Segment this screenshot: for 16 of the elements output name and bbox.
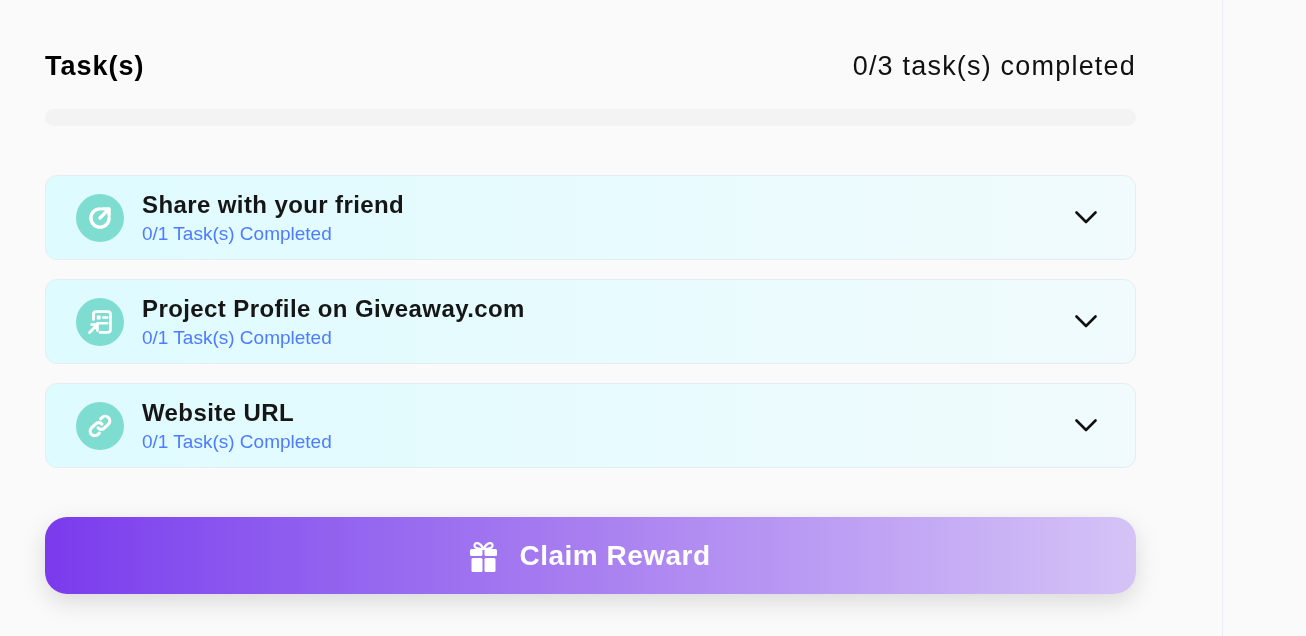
task-card[interactable]: Share with your friend 0/1 Task(s) Completed — [45, 175, 1136, 260]
task-title: Share with your friend — [142, 190, 406, 219]
task-status: 0/1 Task(s) Completed — [142, 222, 333, 245]
chevron-down-icon[interactable] — [1075, 315, 1097, 328]
section-title: Task(s) — [45, 51, 145, 81]
chevron-down-icon[interactable] — [1075, 211, 1097, 224]
task-card[interactable]: Website URL 0/1 Task(s) Completed — [45, 383, 1136, 468]
chevron-down-icon[interactable] — [1075, 419, 1097, 432]
task-title: Website URL — [142, 398, 295, 427]
task-card[interactable]: Project Profile on Giveaway.com 0/1 Task(s) Completed — [45, 279, 1136, 364]
gift-icon — [470, 539, 498, 572]
task-title: Project Profile on Giveaway.com — [142, 294, 526, 323]
task-status: 0/1 Task(s) Completed — [142, 326, 333, 349]
task-status: 0/1 Task(s) Completed — [142, 430, 333, 453]
completion-count: 0/3 task(s) completed — [852, 51, 1136, 81]
chain-link-icon — [76, 401, 124, 450]
